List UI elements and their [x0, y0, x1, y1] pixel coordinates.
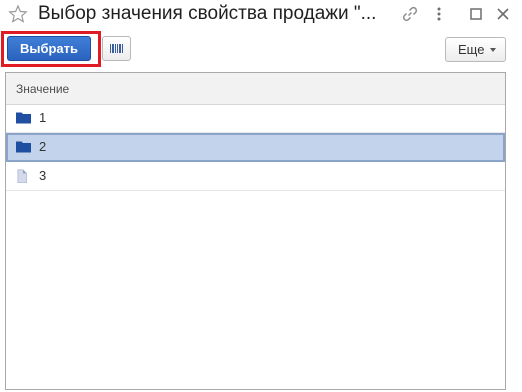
star-icon[interactable] [8, 4, 28, 24]
select-button[interactable]: Выбрать [7, 36, 91, 61]
title-bar: Выбор значения свойства продажи "... [0, 0, 522, 30]
table-header[interactable]: Значение [6, 73, 505, 105]
document-icon [17, 169, 27, 183]
barcode-button[interactable] [102, 36, 131, 61]
link-icon[interactable] [401, 5, 419, 23]
maximize-icon[interactable] [467, 5, 485, 23]
more-button[interactable]: Еще [445, 37, 506, 62]
column-header-value: Значение [16, 82, 70, 96]
more-button-label: Еще [458, 42, 485, 57]
table-row[interactable]: 1 [6, 104, 505, 133]
row-value: 2 [39, 139, 47, 154]
barcode-icon [110, 44, 123, 53]
row-value: 3 [39, 168, 47, 183]
window-title: Выбор значения свойства продажи "... [38, 3, 377, 24]
chevron-down-icon [490, 48, 496, 52]
row-value: 1 [39, 110, 47, 125]
close-icon[interactable] [494, 5, 512, 23]
more-vertical-icon[interactable] [430, 5, 448, 23]
selection-dialog: Выбор значения свойства продажи "... Выб… [0, 0, 522, 392]
folder-icon [16, 141, 31, 153]
values-table[interactable]: Значение 1 2 3 [5, 72, 506, 390]
table-row-selected[interactable]: 2 [6, 133, 505, 162]
folder-icon [16, 112, 31, 124]
table-row[interactable]: 3 [6, 162, 505, 191]
